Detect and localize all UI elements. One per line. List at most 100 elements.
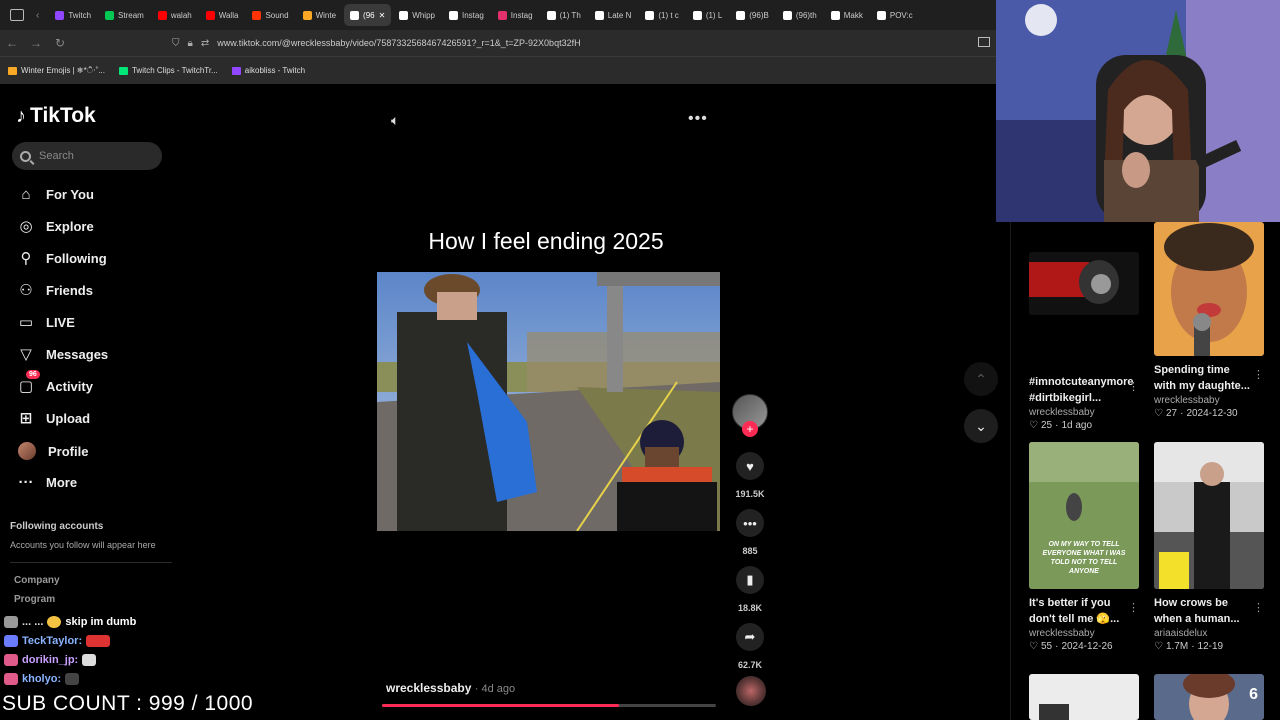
video-card[interactable]: 6 [1154,674,1264,720]
video-card[interactable]: #imnotcuteanymore #dirtbikegirl... ⋮ wre… [1029,252,1139,431]
compass-icon: ◎ [19,218,33,235]
nav-explore[interactable]: ◎ Explore [18,218,93,235]
bookmark-aikobliss[interactable]: aikobliss - Twitch [231,66,305,75]
video-thumbnail[interactable]: ON MY WAY TO TELL EVERYONE WHAT I WAS TO… [1029,442,1139,589]
follow-plus-icon[interactable]: + [742,421,758,437]
browser-tab[interactable]: (1) t c [639,4,684,26]
tab-close-icon[interactable]: ✕ [379,11,386,20]
browser-tab[interactable]: Instag [492,4,539,26]
nav-more[interactable]: ··· More [18,474,78,491]
footer-program-link[interactable]: Program [14,594,55,605]
shield-icon[interactable]: ⛉ [172,38,180,49]
video-card-likes: 27 [1165,408,1178,419]
url-text[interactable]: www.tiktok.com/@wrecklessbaby/video/7587… [217,38,580,48]
separator: · [1055,641,1059,652]
video-card-title[interactable]: Spending time with my daughte... [1154,362,1264,394]
browser-tab[interactable]: Sound [246,4,294,26]
address-bar[interactable]: ⛉ 🔒︎ ⇄ www.tiktok.com/@wrecklessbaby/vid… [172,38,581,49]
thumbnail-image [1154,222,1264,356]
chat-badge-icon [4,672,18,685]
footer-company-link[interactable]: Company [14,575,60,586]
forward-icon[interactable]: → [24,36,48,50]
nav-profile[interactable]: Profile [18,442,88,460]
browser-tab[interactable]: walah [152,4,198,26]
browser-tab[interactable]: (96 ✕ [344,4,392,26]
music-disc-icon[interactable] [736,676,766,706]
reload-icon[interactable]: ↻ [48,36,72,50]
card-more-icon[interactable]: ⋮ [1128,601,1139,614]
video-card-author[interactable]: wrecklessbaby [1029,628,1139,639]
lock-icon[interactable]: 🔒︎ [188,38,193,49]
video-author[interactable]: wrecklessbaby [386,681,471,695]
browser-tab[interactable]: (1) L [687,4,728,26]
card-more-icon[interactable]: ⋮ [1253,601,1264,614]
browser-tab[interactable]: Instag [443,4,490,26]
stream-chat-overlay: ... ... skip im dumb TeckTaylor: dorikin… [4,612,264,688]
video-progress-bar[interactable] [382,704,716,707]
bookmark-winter-emojis[interactable]: Winter Emojis | ❄*ੈ‧˚... [8,66,105,76]
save-button[interactable]: ▮ [736,566,764,594]
nav-for-you[interactable]: ⌂ For You [18,186,93,203]
tab-scroll-left-icon[interactable]: ‹ [36,10,39,21]
comment-icon: ••• [743,515,757,531]
video-card-title[interactable]: How crows be when a human... [1154,595,1264,627]
video-card[interactable]: How crows be when a human... ⋮ ariaaisde… [1154,442,1264,652]
video-thumbnail[interactable] [1029,252,1139,315]
browser-tab[interactable]: (96)th [777,4,823,26]
video-card[interactable]: Spending time with my daughte... ⋮ wreck… [1154,222,1264,419]
video-thumbnail[interactable] [1154,442,1264,589]
tab-label: Whipp [412,10,435,20]
browser-tab[interactable]: Stream [99,4,150,26]
like-button[interactable]: ♥ [736,452,764,480]
tab-favicon-icon [448,10,458,20]
nav-following[interactable]: ⚲ Following [18,250,107,267]
bookmarks-bar: Winter Emojis | ❄*ੈ‧˚... Twitch Clips - … [0,56,996,84]
video-card-title[interactable]: It's better if you don't tell me 🫣... [1029,595,1139,627]
browser-tab[interactable]: Makk [825,4,869,26]
video-card-author[interactable]: wrecklessbaby [1154,395,1264,406]
tab-menu-icon[interactable] [10,9,24,21]
thumbnail-image [1154,674,1264,720]
search-input[interactable]: Search [12,142,162,170]
browser-tab[interactable]: Walla [200,4,245,26]
video-card-title[interactable]: #imnotcuteanymore #dirtbikegirl... [1029,374,1139,406]
browser-tab[interactable]: (96)B [730,4,775,26]
browser-tab[interactable]: POV:c [871,4,919,26]
browser-tab[interactable]: Twitch [49,4,97,26]
tiktok-note-icon: ♪ [16,104,26,127]
video-thumbnail[interactable]: 6 [1154,674,1264,720]
nav-live[interactable]: ▭ LIVE [18,314,75,331]
chat-badge-icon [4,634,18,647]
volume-icon[interactable]: 🔈︎ [391,112,399,129]
video-card[interactable] [1029,674,1139,720]
browser-tab[interactable]: Late N [589,4,638,26]
browser-tab[interactable]: (1) Th [541,4,587,26]
card-more-icon[interactable]: ⋮ [1253,368,1264,381]
nav-friends[interactable]: ⚇ Friends [18,282,93,299]
nav-activity[interactable]: ▢ 96 Activity [18,370,93,395]
nav-messages[interactable]: ▽ Messages [18,346,109,363]
previous-video-button[interactable]: ⌃ [964,362,998,396]
comment-button[interactable]: ••• [736,509,764,537]
share-button[interactable]: ➦ [736,623,764,651]
back-icon[interactable]: ← [0,36,24,50]
video-card[interactable]: ON MY WAY TO TELL EVERYONE WHAT I WAS TO… [1029,442,1139,652]
video-card-date: 2024-12-26 [1061,641,1113,652]
separator: · [1180,408,1184,419]
video-thumbnail[interactable] [1029,674,1139,720]
video-card-author[interactable]: wrecklessbaby [1029,407,1139,418]
nav-upload[interactable]: ⊞ Upload [18,410,90,427]
video-card-author[interactable]: ariaaisdelux [1154,628,1264,639]
browser-tab[interactable]: Winte [297,4,342,26]
reader-view-icon[interactable] [978,37,990,47]
bookmark-twitch-clips[interactable]: Twitch Clips - TwitchTr... [118,66,218,75]
browser-tab[interactable]: Whipp [393,4,441,26]
card-more-icon[interactable]: ⋮ [1128,380,1139,393]
video-thumbnail[interactable] [1154,222,1264,356]
nav-label: Messages [46,346,109,362]
video-player[interactable] [377,272,720,531]
permissions-icon[interactable]: ⇄ [201,38,209,49]
tiktok-logo[interactable]: ♪ TikTok [16,104,96,128]
next-video-button[interactable]: ⌄ [964,409,998,443]
more-options-icon[interactable]: ••• [688,110,708,128]
